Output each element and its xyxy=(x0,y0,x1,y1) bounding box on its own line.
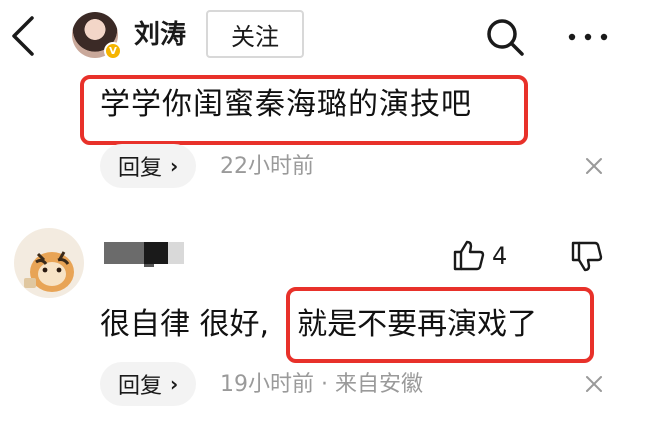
close-icon[interactable] xyxy=(584,156,604,176)
highlight-box xyxy=(80,75,528,145)
close-icon[interactable] xyxy=(584,374,604,394)
reply-label: 回复 xyxy=(118,374,163,399)
highlight-box xyxy=(286,287,594,363)
more-icon[interactable] xyxy=(566,22,610,52)
reply-label: 回复 xyxy=(118,156,163,181)
reply-button[interactable]: 回复 › xyxy=(100,144,196,188)
username[interactable]: 刘涛 xyxy=(134,18,186,52)
redacted-username xyxy=(104,238,184,272)
search-icon[interactable] xyxy=(484,16,526,58)
chevron-right-icon: › xyxy=(170,372,179,396)
thumbs-up-icon[interactable] xyxy=(452,238,486,272)
comment-text-part: 很自律 很好, xyxy=(100,307,270,342)
like-count: 4 xyxy=(492,242,508,270)
verified-badge: V xyxy=(104,42,122,60)
comment-timestamp-location: 19小时前 · 来自安徽 xyxy=(220,372,423,397)
comment-timestamp: 22小时前 xyxy=(220,154,314,179)
reply-button[interactable]: 回复 › xyxy=(100,362,196,406)
follow-button[interactable]: 关注 xyxy=(206,10,304,58)
chevron-right-icon: › xyxy=(170,154,179,178)
thumbs-down-icon[interactable] xyxy=(570,240,604,274)
commenter-avatar[interactable] xyxy=(14,228,84,298)
back-arrow-icon[interactable] xyxy=(6,14,42,58)
